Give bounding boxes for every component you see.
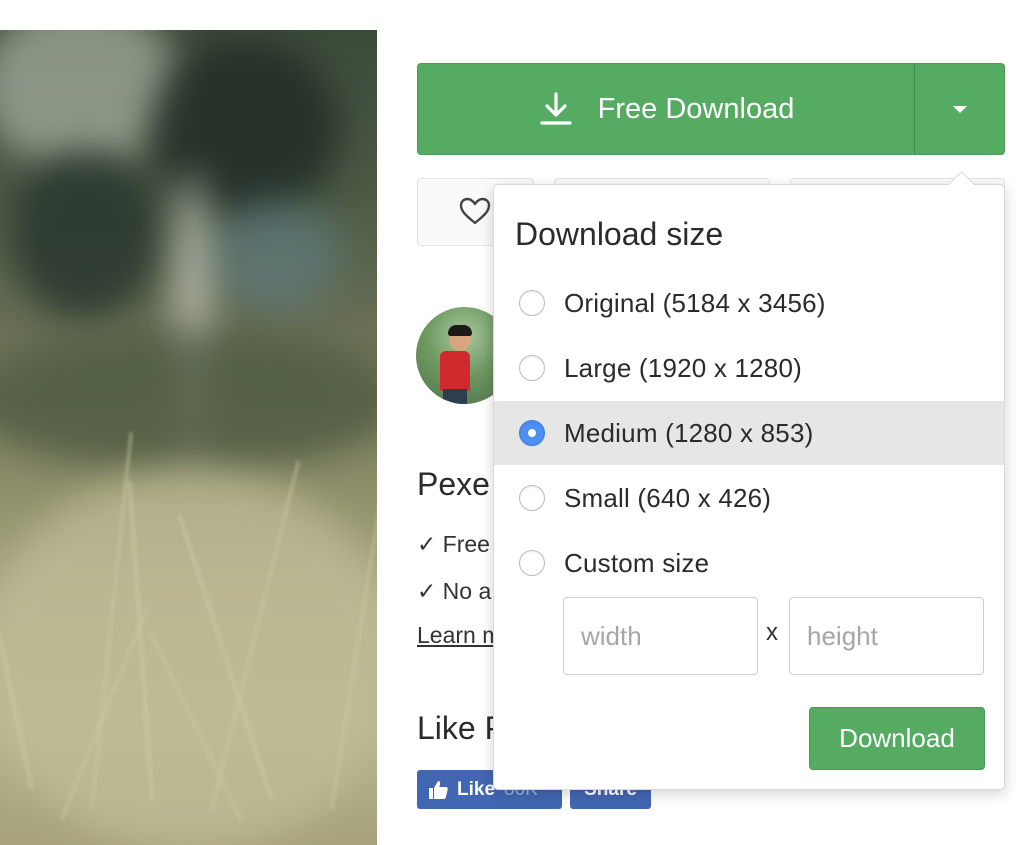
size-option-large[interactable]: Large (1920 x 1280) xyxy=(494,336,1004,400)
license-point-attribution: ✓ No a xyxy=(417,578,492,604)
size-option-label: Custom size xyxy=(564,547,710,578)
radio-large[interactable] xyxy=(519,355,545,381)
radio-custom[interactable] xyxy=(519,550,545,576)
size-option-original[interactable]: Original (5184 x 3456) xyxy=(494,271,1004,335)
free-download-button[interactable]: Free Download xyxy=(417,63,914,155)
popover-arrow xyxy=(948,171,975,198)
size-option-label: Original (5184 x 3456) xyxy=(564,287,826,318)
heart-icon xyxy=(459,197,491,225)
learn-more-link[interactable]: Learn m xyxy=(417,622,501,649)
radio-medium[interactable] xyxy=(519,420,545,446)
size-option-medium[interactable]: Medium (1280 x 853) xyxy=(494,401,1004,465)
custom-height-input[interactable] xyxy=(789,597,984,675)
download-icon xyxy=(538,91,574,127)
radio-small[interactable] xyxy=(519,485,545,511)
size-option-label: Small (640 x 426) xyxy=(564,482,772,513)
facebook-like-label: Like xyxy=(457,778,496,800)
license-heading: Pexe xyxy=(417,466,490,502)
size-option-small[interactable]: Small (640 x 426) xyxy=(494,466,1004,530)
size-option-label: Large (1920 x 1280) xyxy=(564,352,802,383)
caret-down-icon xyxy=(952,105,967,113)
size-option-custom[interactable]: Custom size xyxy=(494,531,1004,595)
popover-title: Download size xyxy=(515,216,724,252)
download-size-popover: Download size Original (5184 x 3456) Lar… xyxy=(493,171,1005,790)
size-option-label: Medium (1280 x 853) xyxy=(564,417,814,448)
photo-preview xyxy=(0,30,377,845)
radio-original[interactable] xyxy=(519,290,545,316)
thumbs-up-icon xyxy=(427,779,449,801)
free-download-label: Free Download xyxy=(597,92,795,125)
license-point-free: ✓ Free xyxy=(417,531,490,557)
download-options-toggle[interactable] xyxy=(914,63,1005,155)
download-submit-button[interactable]: Download xyxy=(809,707,985,770)
custom-width-input[interactable] xyxy=(563,597,758,675)
dimension-separator: x xyxy=(766,619,778,646)
